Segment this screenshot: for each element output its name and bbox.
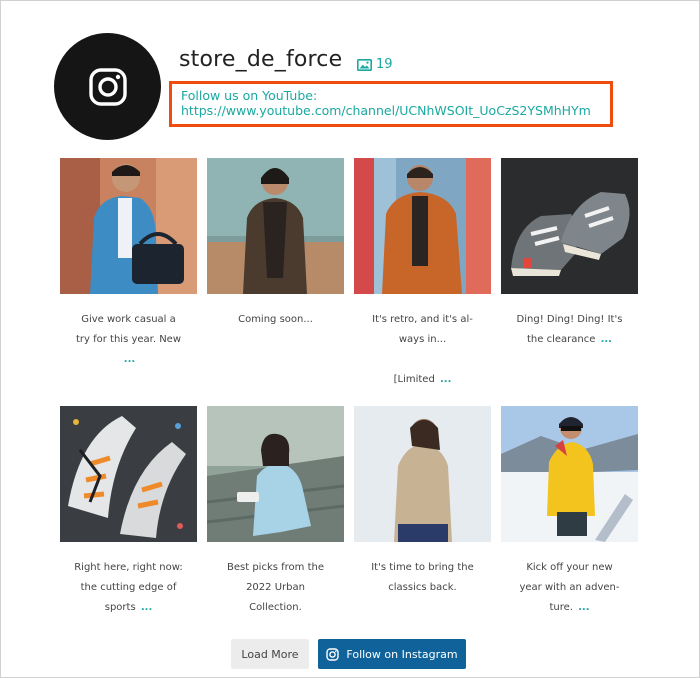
post-thumbnail[interactable] — [207, 158, 344, 294]
post-count: 19 — [376, 57, 393, 72]
post-thumbnail[interactable] — [354, 158, 491, 294]
post-caption: Right here, right now: the cutting edge … — [74, 562, 183, 613]
read-more-link[interactable]: ... — [601, 334, 612, 345]
post-caption: It's retro, and it's al- ways in... [Lim… — [372, 314, 473, 385]
instagram-icon — [326, 647, 340, 661]
post-caption: Best picks from the 2022 Urban Collectio… — [227, 562, 324, 613]
instagram-feed-widget: store_de_force 19 Follow us on YouTube: … — [0, 0, 700, 678]
post-card[interactable]: Give work casual a try for this year. Ne… — [60, 158, 197, 406]
follow-on-instagram-button[interactable]: Follow on Instagram — [318, 639, 466, 669]
profile-bio: Follow us on YouTube: https://www.youtub… — [169, 81, 613, 127]
instagram-icon — [88, 67, 127, 106]
post-card[interactable]: It's time to bring the classics back. — [354, 406, 491, 654]
post-grid: Give work casual a try for this year. Ne… — [60, 158, 638, 654]
post-thumbnail[interactable] — [60, 406, 197, 542]
post-caption: Coming soon... — [238, 314, 313, 325]
load-more-button[interactable]: Load More — [231, 639, 309, 669]
post-thumbnail[interactable] — [207, 406, 344, 542]
bio-line: Follow us on YouTube: — [181, 88, 318, 103]
post-caption: Give work casual a try for this year. Ne… — [75, 314, 182, 365]
read-more-link[interactable]: ... — [578, 602, 589, 613]
bio-link[interactable]: https://www.youtube.com/channel/UCNhWSOI… — [181, 103, 610, 118]
post-thumbnail[interactable] — [501, 158, 638, 294]
post-card[interactable]: Coming soon... — [207, 158, 344, 406]
post-caption: It's time to bring the classics back. — [371, 562, 474, 593]
post-card[interactable]: It's retro, and it's al- ways in... [Lim… — [354, 158, 491, 406]
post-thumbnail[interactable] — [60, 158, 197, 294]
post-caption: Ding! Ding! Ding! It's the clearance ... — [516, 314, 623, 345]
follow-button-label: Follow on Instagram — [346, 647, 458, 661]
read-more-link[interactable]: ... — [141, 602, 152, 613]
post-card[interactable]: Ding! Ding! Ding! It's the clearance ... — [501, 158, 638, 406]
post-thumbnail[interactable] — [354, 406, 491, 542]
image-icon — [357, 58, 372, 71]
read-more-link[interactable]: ... — [440, 374, 451, 385]
profile-avatar[interactable] — [54, 33, 161, 140]
post-card[interactable]: Best picks from the 2022 Urban Collectio… — [207, 406, 344, 654]
profile-username[interactable]: store_de_force — [179, 47, 342, 72]
post-card[interactable]: Right here, right now: the cutting edge … — [60, 406, 197, 654]
read-more-link[interactable]: ... — [124, 354, 135, 365]
post-count-badge: 19 — [357, 57, 393, 72]
post-thumbnail[interactable] — [501, 406, 638, 542]
post-caption: Kick off your new year with an adven- tu… — [519, 562, 620, 613]
post-card[interactable]: Kick off your new year with an adven- tu… — [501, 406, 638, 654]
